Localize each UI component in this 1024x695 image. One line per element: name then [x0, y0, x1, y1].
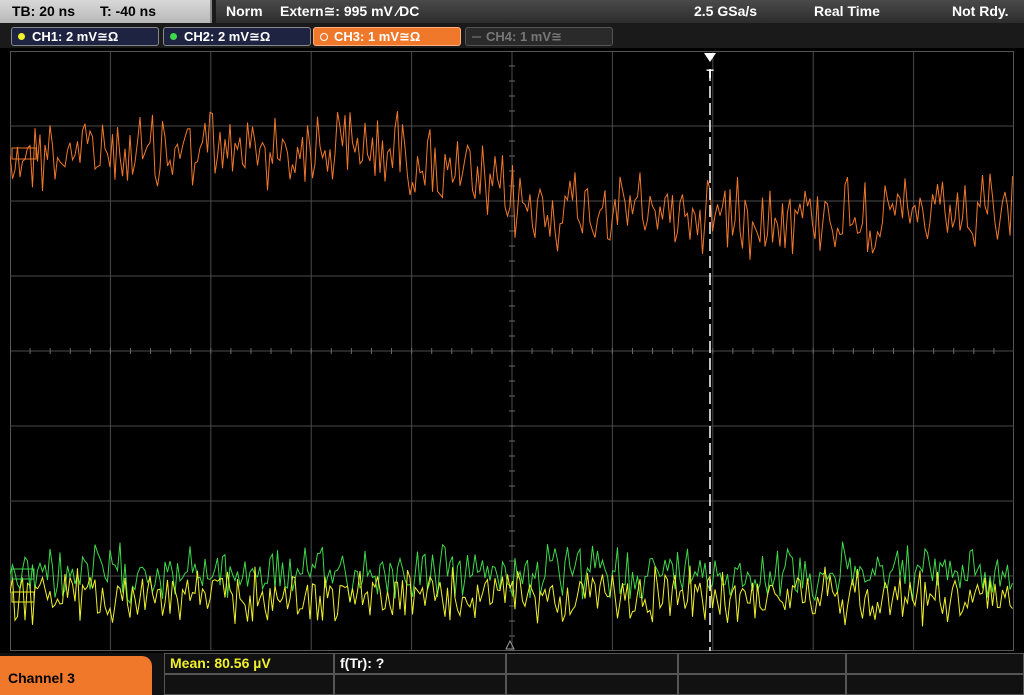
channel-4-label: CH4: 1 mV≅	[486, 29, 562, 44]
waveform-canvas: T	[10, 51, 1014, 651]
measurement-cell[interactable]	[846, 653, 1024, 674]
acquisition-mode: Real Time	[814, 3, 880, 19]
channel-bar: CH1: 2 mV≅Ω CH2: 2 mV≅Ω CH3: 1 mV≅Ω CH4:…	[0, 24, 1024, 48]
trigger-position-marker-icon[interactable]	[704, 53, 716, 62]
measurement-cell[interactable]	[334, 674, 506, 695]
acquisition-state: Not Rdy.	[952, 3, 1009, 19]
channel-3-offset-icon	[11, 147, 37, 160]
channel-1-indicator-icon	[18, 33, 25, 40]
graticule	[10, 51, 1014, 651]
channel-1-button[interactable]: CH1: 2 mV≅Ω	[11, 27, 159, 46]
channel-2-indicator-icon	[170, 33, 177, 40]
timebase-value: TB: 20 ns	[12, 3, 76, 19]
channel-3-indicator-icon	[320, 33, 328, 41]
measurement-cell[interactable]	[506, 653, 678, 674]
trigger-mode: Norm	[226, 3, 263, 19]
channel-2-button[interactable]: CH2: 2 mV≅Ω	[163, 27, 311, 46]
measurement-panel: Mean: 80.56 µV f(Tr): ?	[164, 653, 1024, 695]
measurement-cell[interactable]	[678, 653, 846, 674]
bottom-bar: Channel 3 Mean: 80.56 µV f(Tr): ?	[0, 653, 1024, 695]
measurement-cell[interactable]	[164, 674, 334, 695]
channel-1-label: CH1: 2 mV≅Ω	[32, 29, 119, 44]
trigger-time-value: T: -40 ns	[100, 3, 157, 19]
channel-1-trace	[10, 565, 1013, 627]
measurement-cell[interactable]	[846, 674, 1024, 695]
channel-3-trace	[10, 111, 1013, 260]
waveform-display[interactable]: T	[10, 51, 1014, 651]
horizontal-position-icon	[505, 639, 515, 650]
measurement-cell[interactable]	[678, 674, 846, 695]
timebase-panel[interactable]: TB: 20 ns T: -40 ns	[0, 0, 212, 23]
selected-channel-label: Channel 3	[8, 670, 75, 686]
trigger-marker-label: T	[706, 67, 714, 81]
channel-4-indicator-icon	[472, 36, 481, 38]
selected-channel-tab[interactable]: Channel 3	[0, 656, 152, 695]
acquisition-panel[interactable]: Norm Extern≅: 995 mV ∕DC 2.5 GSa/s Real …	[216, 0, 1024, 23]
sample-rate: 2.5 GSa/s	[694, 3, 758, 19]
mean-measurement: Mean: 80.56 µV	[170, 655, 271, 671]
status-bar: TB: 20 ns T: -40 ns Norm Extern≅: 995 mV…	[0, 0, 1024, 24]
channel-4-button[interactable]: CH4: 1 mV≅	[465, 27, 613, 46]
channel-3-offset-marker[interactable]	[11, 147, 37, 160]
channel-3-button[interactable]: CH3: 1 mV≅Ω	[313, 27, 461, 46]
channel-2-label: CH2: 2 mV≅Ω	[184, 29, 271, 44]
channel-3-label: CH3: 1 mV≅Ω	[334, 29, 421, 44]
measurement-cell[interactable]	[506, 674, 678, 695]
trigger-source: Extern≅: 995 mV ∕DC	[280, 3, 420, 19]
trigger-frequency-measurement: f(Tr): ?	[340, 655, 385, 671]
